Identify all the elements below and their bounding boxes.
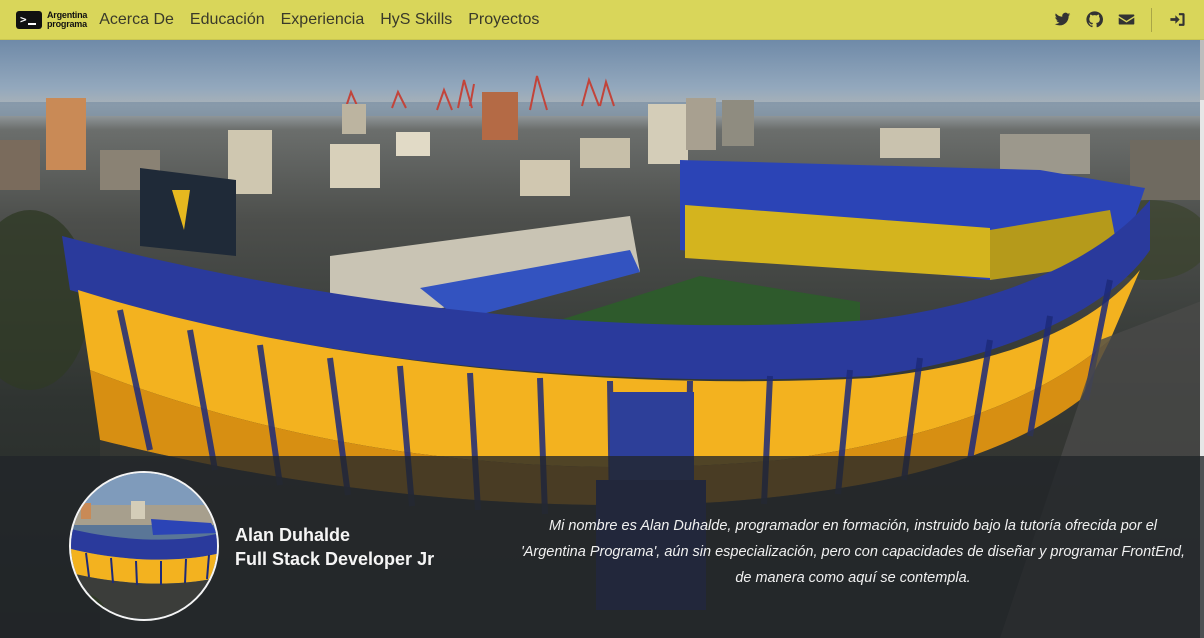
brand-text: Argentina programa bbox=[47, 10, 87, 29]
nav-social-links bbox=[1053, 7, 1188, 32]
profile-name: Alan Duhalde bbox=[235, 525, 351, 545]
scrollbar-thumb[interactable] bbox=[1200, 40, 1204, 100]
nav-divider bbox=[1151, 7, 1152, 32]
brand-logo-link[interactable]: > Argentina programa bbox=[16, 10, 87, 29]
nav-link-proyectos[interactable]: Proyectos bbox=[468, 11, 539, 29]
profile-bio: Mi nombre es Alan Duhalde, programador e… bbox=[520, 518, 1186, 586]
brand-line-2: programa bbox=[47, 18, 87, 29]
nav-link-hys-skills[interactable]: HyS Skills bbox=[380, 11, 452, 29]
nav-links: Acerca De Educación Experiencia HyS Skil… bbox=[99, 11, 539, 29]
profile-info: Alan Duhalde Full Stack Developer Jr bbox=[235, 523, 434, 571]
profile-avatar bbox=[69, 471, 219, 621]
profile-role: Full Stack Developer Jr bbox=[235, 549, 435, 569]
nav-link-educacion[interactable]: Educación bbox=[190, 11, 265, 29]
sign-in-icon[interactable] bbox=[1168, 11, 1186, 29]
twitter-icon[interactable] bbox=[1053, 11, 1071, 29]
avatar-stadium-image bbox=[71, 473, 217, 619]
envelope-icon[interactable] bbox=[1117, 11, 1135, 29]
terminal-icon: > bbox=[16, 10, 42, 29]
navbar: > Argentina programa Acerca De Educación… bbox=[0, 0, 1204, 40]
nav-link-experiencia[interactable]: Experiencia bbox=[281, 11, 365, 29]
github-icon[interactable] bbox=[1085, 11, 1103, 29]
nav-link-acerca-de[interactable]: Acerca De bbox=[99, 11, 174, 29]
